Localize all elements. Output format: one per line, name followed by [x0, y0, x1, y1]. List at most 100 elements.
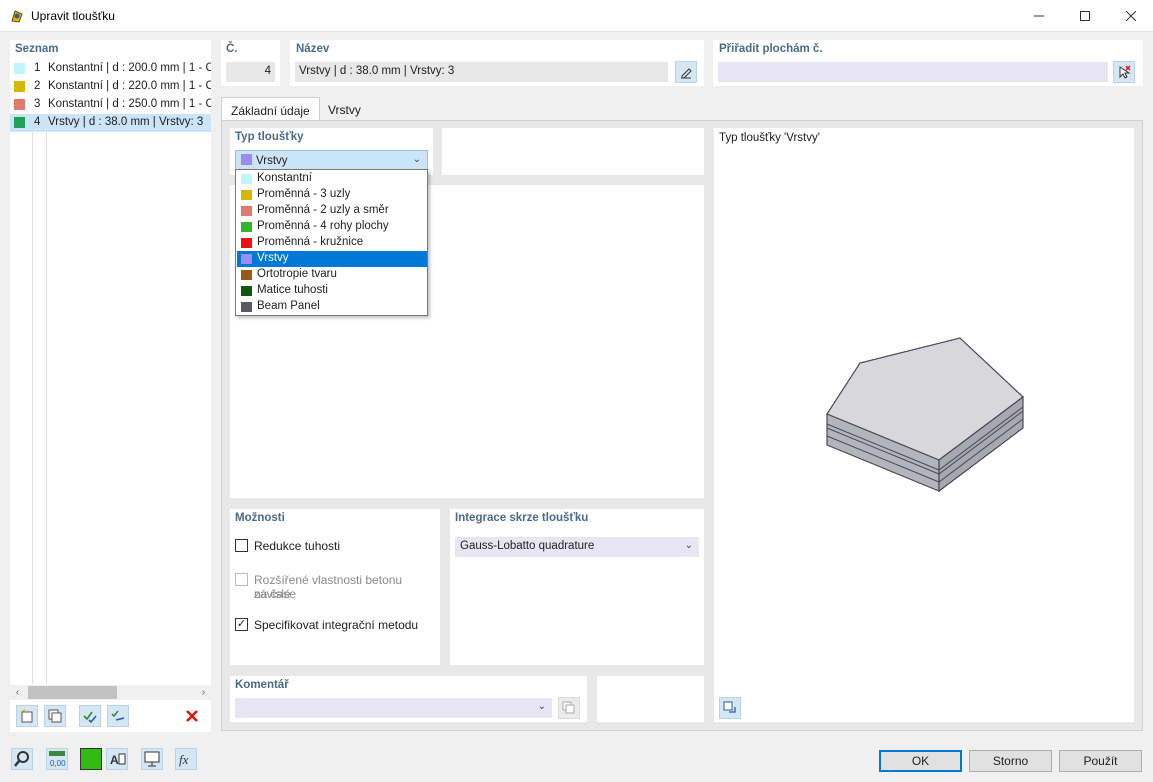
concrete-props-checkbox[interactable]	[235, 573, 248, 586]
display-button[interactable]	[140, 748, 164, 770]
thickness-type-dropdown: Konstantní Proměnná - 3 uzly Proměnná - …	[235, 169, 428, 316]
delete-item-button[interactable]	[181, 705, 203, 727]
assign-group: Přiřadit plochám č.	[713, 40, 1143, 86]
pick-surfaces-button[interactable]	[1113, 61, 1135, 83]
dropdown-option[interactable]: Konstantní	[237, 171, 427, 187]
dropdown-option-highlighted[interactable]: Vrstvy	[237, 251, 427, 267]
chevron-down-icon: ⌄	[537, 701, 546, 712]
units-button[interactable]: 0,00	[45, 748, 69, 770]
options-group: Možnosti Redukce tuhosti Rozšířené vlast…	[230, 509, 440, 665]
maximize-button[interactable]	[1062, 0, 1108, 32]
dropdown-option[interactable]: Proměnná - 2 uzly a směr	[237, 203, 427, 219]
chevron-down-icon: ⌄	[684, 540, 693, 551]
tab-basic-data[interactable]: Základní údaje	[221, 97, 320, 121]
minimize-icon	[1034, 15, 1044, 17]
assign-label: Přiřadit plochám č.	[719, 43, 823, 55]
stiffness-reduction-checkbox[interactable]	[235, 539, 248, 552]
option-label: Vrstvy	[257, 252, 289, 264]
number-field[interactable]: 4	[226, 62, 275, 82]
empty-panel-bottom	[597, 676, 704, 722]
name-label: Název	[296, 43, 330, 55]
copy-icon	[562, 701, 575, 714]
thickness-type-group: Typ tloušťky Vrstvy ⌄	[230, 128, 433, 175]
dropdown-option[interactable]: Beam Panel	[237, 299, 427, 315]
list-item-label: Konstantní | d : 220.0 mm | 1 - C	[48, 80, 211, 92]
check-all-icon	[83, 711, 97, 724]
dropdown-option[interactable]: Proměnná - kružnice	[237, 235, 427, 251]
layered-slab-preview	[826, 337, 1024, 493]
scroll-right-icon[interactable]: ›	[196, 685, 211, 700]
tree-guide-line	[46, 132, 47, 684]
list-item-number: 1	[34, 62, 41, 74]
list-title: Seznam	[15, 43, 59, 55]
edit-name-button[interactable]	[675, 61, 697, 83]
integration-method-select[interactable]: Gauss-Lobatto quadrature ⌄	[455, 537, 699, 557]
new-item-icon	[21, 709, 33, 723]
name-field[interactable]: Vrstvy | d : 38.0 mm | Vrstvy: 3	[295, 62, 668, 82]
comment-library-button[interactable]	[558, 697, 580, 719]
formula-icon: fx	[175, 748, 197, 770]
integration-title: Integrace skrze tloušťku	[455, 512, 589, 524]
dropdown-option[interactable]: Proměnná - 3 uzly	[237, 187, 427, 203]
apply-button[interactable]: Použít	[1059, 750, 1142, 772]
specify-integration-checkbox[interactable]: ✓	[235, 618, 248, 631]
list-item-label: Vrstvy | d : 38.0 mm | Vrstvy: 3	[48, 116, 204, 128]
check-selection-icon	[111, 710, 125, 721]
scroll-thumb[interactable]	[28, 686, 117, 699]
list-item[interactable]: 1 Konstantní | d : 200.0 mm | 1 - C	[10, 60, 211, 78]
dropdown-option[interactable]: Proměnná - 4 rohy plochy	[237, 219, 427, 235]
color-button[interactable]	[79, 748, 103, 770]
option-swatch	[241, 302, 252, 312]
option-label: Konstantní	[257, 172, 312, 184]
option-label: Ortotropie tvaru	[257, 268, 337, 280]
list-item[interactable]: 3 Konstantní | d : 250.0 mm | 1 - C	[10, 96, 211, 114]
thickness-type-swatch	[241, 154, 252, 165]
new-item-button[interactable]	[16, 705, 38, 727]
thickness-type-value: Vrstvy	[256, 155, 288, 167]
thickness-type-select[interactable]: Vrstvy ⌄	[235, 150, 428, 170]
list-horizontal-scrollbar[interactable]: ‹ ›	[10, 685, 211, 700]
close-button[interactable]	[1108, 0, 1153, 32]
formula-button[interactable]: fx	[174, 748, 198, 770]
title-bar: Upravit tloušťku	[0, 0, 1153, 32]
search-button[interactable]	[10, 748, 34, 770]
minimize-button[interactable]	[1016, 0, 1062, 32]
comment-group: Komentář ⌄	[230, 676, 587, 722]
dropdown-option[interactable]: Ortotropie tvaru	[237, 267, 427, 283]
copy-item-button[interactable]	[44, 705, 66, 727]
list-item-number: 2	[34, 80, 41, 92]
assign-field[interactable]	[718, 62, 1108, 82]
tab-layers[interactable]: Vrstvy	[319, 97, 370, 121]
integration-method-value: Gauss-Lobatto quadrature	[460, 540, 595, 552]
list-item-swatch	[14, 99, 25, 110]
number-label: Č.	[226, 43, 238, 55]
tree-guide-line	[32, 132, 33, 684]
stiffness-reduction-label: Redukce tuhosti	[254, 539, 341, 553]
list-item-number: 3	[34, 98, 41, 110]
ok-button[interactable]: OK	[879, 750, 962, 772]
dropdown-option[interactable]: Matice tuhosti	[237, 283, 427, 299]
option-label: Beam Panel	[257, 300, 320, 312]
preview-panel: Typ tloušťky 'Vrstvy'	[714, 128, 1134, 722]
text-style-button[interactable]: A	[105, 748, 129, 770]
option-swatch	[241, 174, 252, 184]
list-toolbar	[10, 700, 211, 732]
scroll-left-icon[interactable]: ‹	[10, 685, 25, 700]
check-selection-button[interactable]	[107, 705, 129, 727]
pick-cursor-icon	[1119, 65, 1131, 79]
thickness-type-title: Typ tloušťky	[235, 131, 304, 143]
preview-options-button[interactable]	[719, 697, 741, 719]
comment-input[interactable]: ⌄	[235, 698, 552, 718]
svg-text:fx: fx	[179, 752, 189, 767]
close-icon	[1126, 11, 1136, 21]
list-item-selected[interactable]: 4 Vrstvy | d : 38.0 mm | Vrstvy: 3	[10, 114, 211, 132]
number-group: Č. 4	[221, 40, 280, 86]
cancel-button[interactable]: Storno	[969, 750, 1052, 772]
option-label: Proměnná - 4 rohy plochy	[257, 220, 389, 232]
list-item-number: 4	[34, 116, 41, 128]
option-swatch	[241, 286, 252, 296]
list-item-label: Konstantní | d : 250.0 mm | 1 - C	[48, 98, 211, 110]
check-all-button[interactable]	[79, 705, 101, 727]
list-item[interactable]: 2 Konstantní | d : 220.0 mm | 1 - C	[10, 78, 211, 96]
svg-text:A: A	[110, 753, 119, 767]
